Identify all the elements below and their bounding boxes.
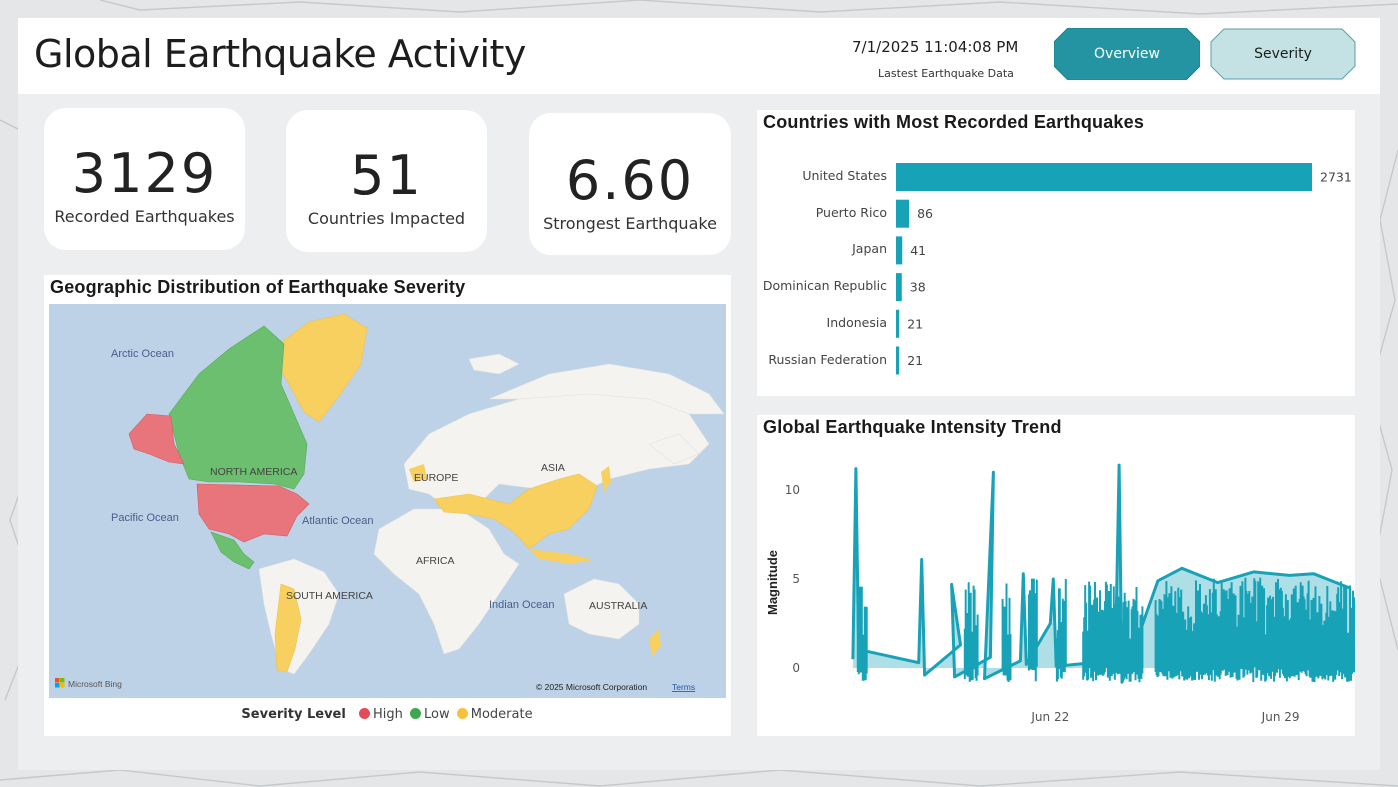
bar[interactable] xyxy=(896,199,910,228)
label-north-america: NORTH AMERICA xyxy=(210,466,297,478)
trend-chart[interactable]: 0 5 10 Magnitude Jun 22 Jun 29 xyxy=(757,415,1355,736)
page-title: Global Earthquake Activity xyxy=(34,32,526,76)
overview-button-label: Overview xyxy=(1094,46,1160,62)
legend-item-moderate[interactable]: Moderate xyxy=(471,707,533,722)
bar[interactable] xyxy=(896,236,903,265)
legend-dot-high xyxy=(358,708,370,719)
bar[interactable] xyxy=(896,346,900,375)
bar[interactable] xyxy=(896,273,902,302)
label-indian-ocean: Indian Ocean xyxy=(489,599,554,611)
legend-title: Severity Level xyxy=(241,707,346,722)
label-africa: AFRICA xyxy=(416,555,455,567)
x-tick-label: Jun 22 xyxy=(1030,710,1069,724)
label-atlantic-ocean: Atlantic Ocean xyxy=(302,515,374,527)
overview-button[interactable]: Overview xyxy=(1054,28,1200,80)
y-axis-label: Magnitude xyxy=(765,550,780,615)
y-tick-label: 5 xyxy=(792,572,800,586)
y-tick-label: 10 xyxy=(785,483,800,497)
bar-data-label: 86 xyxy=(917,206,933,221)
world-map[interactable]: Arctic Ocean Pacific Ocean Atlantic Ocea… xyxy=(49,304,726,698)
label-australia: AUSTRALIA xyxy=(589,600,647,612)
label-europe: EUROPE xyxy=(414,472,458,484)
map-legend: Severity Level High Low Moderate xyxy=(44,707,730,722)
legend-item-high[interactable]: High xyxy=(373,707,403,722)
bing-attribution: Microsoft Bing xyxy=(68,679,122,689)
kpi-card-strongest-earthquake: 6.60 Strongest Earthquake xyxy=(529,113,731,255)
bar[interactable] xyxy=(896,163,1312,191)
label-pacific-ocean: Pacific Ocean xyxy=(111,512,179,524)
kpi-value: 51 xyxy=(350,144,423,207)
kpi-card-countries-impacted: 51 Countries Impacted xyxy=(286,110,487,252)
bar-data-label: 38 xyxy=(910,280,926,295)
map-title: Geographic Distribution of Earthquake Se… xyxy=(50,277,466,297)
label-asia: ASIA xyxy=(541,462,565,474)
bar-data-label: 41 xyxy=(910,243,926,258)
label-south-america: SOUTH AMERICA xyxy=(286,590,373,602)
map-panel: Geographic Distribution of Earthquake Se… xyxy=(44,275,731,736)
bar-data-label: 2731 xyxy=(1320,170,1352,185)
kpi-value: 6.60 xyxy=(565,149,695,212)
severity-button[interactable]: Severity xyxy=(1210,28,1356,80)
latest-timestamp: 7/1/2025 11:04:08 PM xyxy=(852,38,1019,56)
label-arctic-ocean: Arctic Ocean xyxy=(111,348,174,360)
kpi-label: Recorded Earthquakes xyxy=(54,207,235,226)
y-tick-label: 0 xyxy=(792,661,800,675)
kpi-label: Strongest Earthquake xyxy=(543,214,717,233)
kpi-label: Countries Impacted xyxy=(307,209,466,228)
bar[interactable] xyxy=(896,309,900,338)
legend-dot-low xyxy=(410,708,421,719)
bar-data-label: 21 xyxy=(907,353,923,368)
bar-chart[interactable]: 2731 86 41 38 21 21 xyxy=(757,110,1355,396)
header-bar: Global Earthquake Activity 7/1/2025 11:0… xyxy=(18,18,1380,94)
map-copyright: © 2025 Microsoft Corporation xyxy=(536,682,647,692)
legend-dot-moderate xyxy=(456,708,468,719)
legend-item-low[interactable]: Low xyxy=(424,707,450,722)
ocean xyxy=(49,304,726,698)
bar-data-label: 21 xyxy=(907,316,923,331)
latest-timestamp-label: Lastest Earthquake Data xyxy=(878,67,1014,80)
trend-readings xyxy=(856,577,1355,683)
severity-button-label: Severity xyxy=(1254,46,1312,62)
x-tick-label: Jun 29 xyxy=(1261,710,1300,724)
kpi-value: 3129 xyxy=(71,142,218,205)
map-terms-link[interactable]: Terms xyxy=(672,682,695,692)
kpi-card-recorded-earthquakes: 3129 Recorded Earthquakes xyxy=(44,108,245,250)
bar-chart-panel: Countries with Most Recorded Earthquakes… xyxy=(757,110,1355,396)
trend-chart-panel: Global Earthquake Intensity Trend 0 5 10 Ma… xyxy=(757,415,1355,736)
